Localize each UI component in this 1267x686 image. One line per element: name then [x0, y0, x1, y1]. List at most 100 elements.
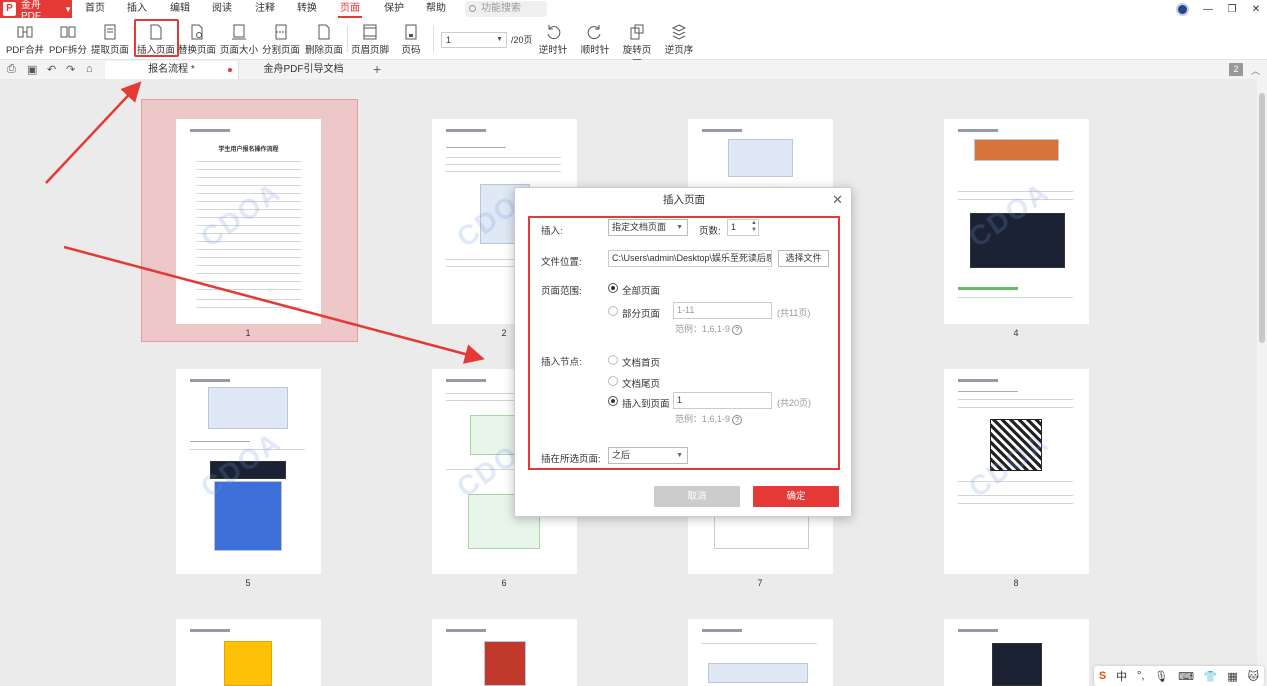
app-logo-icon: P — [3, 2, 16, 16]
microphone-icon[interactable]: 🎙 — [1154, 670, 1168, 683]
position-select[interactable]: 之后 ▼ — [608, 447, 688, 464]
save-icon[interactable]: ▣ — [27, 63, 37, 76]
page-thumbnail-10[interactable] — [432, 619, 577, 686]
page-range-label: 页面范围: — [541, 286, 582, 297]
ime-punctuation-toggle[interactable]: °, — [1137, 670, 1144, 682]
header-footer-button[interactable]: 页眉页脚 — [351, 24, 389, 60]
minimize-icon[interactable]: — — [1203, 4, 1213, 15]
insert-to-page-radio[interactable] — [608, 396, 618, 406]
page-number-label: 6 — [501, 578, 507, 588]
menu-read[interactable]: 阅读 — [212, 0, 232, 18]
page-number-label: 7 — [757, 578, 763, 588]
help-icon[interactable]: ? — [732, 325, 743, 335]
delete-page-button[interactable]: 删除页面 — [305, 24, 343, 60]
cancel-button[interactable]: 取消 — [654, 486, 740, 507]
page-thumbnail-1[interactable]: 学生用户报名操作流程 CDOA — [176, 119, 321, 324]
page-thumbnail-8[interactable]: CDOA — [944, 369, 1089, 574]
file-path-field[interactable]: C:\Users\admin\Desktop\娱乐至死读后感.p — [608, 250, 772, 267]
tab-document-guide[interactable]: 金舟PDF引导文档 — [238, 61, 368, 79]
keyboard-icon[interactable]: ⌨ — [1178, 670, 1194, 683]
chevron-down-icon: ▼ — [676, 452, 683, 459]
menu-convert[interactable]: 转换 — [297, 0, 317, 18]
all-pages-radio[interactable] — [608, 283, 618, 293]
page-range-input[interactable]: 1-11 — [673, 302, 772, 319]
page-number-button[interactable]: 页码 — [394, 24, 428, 60]
toolbar-divider — [433, 26, 434, 52]
vertical-scrollbar[interactable] — [1257, 79, 1267, 686]
insert-page-highlight — [134, 19, 179, 57]
insert-to-page-input[interactable]: 1 — [673, 392, 772, 409]
menu-home[interactable]: 首页 — [85, 0, 105, 18]
page-number-label: 2 — [501, 328, 507, 338]
pages-stepper[interactable]: 1 ▲ ▼ — [727, 219, 759, 236]
shirt-icon[interactable]: 👕 — [1204, 670, 1218, 683]
grid-icon[interactable]: ▦ — [1227, 670, 1237, 683]
menu-edit[interactable]: 编辑 — [170, 0, 190, 18]
menu-protect[interactable]: 保护 — [384, 0, 404, 18]
rotate-ccw-button[interactable]: 逆时针 — [536, 24, 570, 60]
page-thumbnail-11[interactable] — [688, 619, 833, 686]
avatar[interactable] — [1176, 2, 1189, 16]
pet-icon[interactable]: 🐱 — [1248, 670, 1259, 683]
insert-page-dialog: 插入页面 ✕ 插入: 指定文档页面 ▼ 页数: 1 ▲ ▼ 文件位置: C:\Us… — [514, 187, 852, 517]
redo-icon[interactable]: ↷ — [66, 63, 75, 76]
pdf-merge-button[interactable]: PDF合并 — [6, 24, 44, 60]
stepper-arrows-icon[interactable]: ▲ ▼ — [751, 220, 757, 234]
app-menu-button[interactable]: P 金舟PDF ▼ — [0, 0, 72, 22]
choose-file-button[interactable]: 选择文件 — [778, 250, 829, 267]
insert-label: 插入: — [541, 226, 563, 237]
menu-annotate[interactable]: 注释 — [255, 0, 275, 18]
menu-insert[interactable]: 插入 — [127, 0, 147, 18]
page-size-button[interactable]: 页面大小 — [220, 24, 258, 60]
replace-page-button[interactable]: 替换页面 — [178, 24, 216, 60]
extract-page-button[interactable]: 提取页面 — [91, 24, 129, 60]
reverse-order-button[interactable]: 逆页序 — [662, 24, 696, 60]
pdf-split-button[interactable]: PDF拆分 — [49, 24, 87, 60]
doc-first-label[interactable]: 文档首页 — [622, 355, 660, 369]
ime-toolbar: S 中 °, 🎙 ⌨ 👕 ▦ 🐱 — [1094, 666, 1264, 686]
page-thumbnail-4[interactable]: CDOA — [944, 119, 1089, 324]
page-count-badge: 2 — [1229, 63, 1243, 76]
page-size-icon — [231, 24, 247, 40]
restore-icon[interactable]: ❐ — [1227, 4, 1237, 15]
page-number-icon — [403, 24, 419, 40]
add-tab-button[interactable]: + — [373, 61, 381, 77]
search-placeholder: 功能搜索 — [481, 3, 521, 14]
scroll-thumb[interactable] — [1259, 93, 1265, 343]
ok-button[interactable]: 确定 — [753, 486, 839, 507]
rotate-page-button[interactable]: 旋转页面 — [620, 24, 654, 70]
replace-page-icon — [189, 24, 205, 40]
tab-document-active[interactable]: 报名流程 * — [105, 61, 238, 79]
document-tab-strip: ⎙ ▣ ↶ ↷ ⌂ 报名流程 * 金舟PDF引导文档 + 2 ︿ — [0, 60, 1267, 79]
close-icon[interactable]: ✕ — [1251, 4, 1261, 15]
print-icon[interactable]: ⎙ — [7, 63, 16, 76]
doc-last-label[interactable]: 文档尾页 — [622, 376, 660, 390]
function-search-input[interactable]: 功能搜索 — [465, 1, 547, 17]
home-icon[interactable]: ⌂ — [86, 63, 93, 75]
split-page-button[interactable]: 分割页面 — [262, 24, 300, 60]
ime-language-toggle[interactable]: 中 — [1116, 668, 1127, 684]
sogou-logo-icon[interactable]: S — [1099, 670, 1106, 682]
page-thumbnail-5[interactable]: CDOA — [176, 369, 321, 574]
undo-icon[interactable]: ↶ — [47, 63, 56, 76]
insert-source-select[interactable]: 指定文档页面 ▼ — [608, 219, 688, 236]
rotate-ccw-icon — [545, 24, 561, 40]
doc-last-radio[interactable] — [608, 376, 618, 386]
page-number-label: 1 — [245, 328, 251, 338]
page-thumbnail-12[interactable] — [944, 619, 1089, 686]
range-example: 范例：1,6,1-9? — [675, 322, 743, 335]
rotate-cw-button[interactable]: 顺时针 — [578, 24, 612, 60]
all-pages-label[interactable]: 全部页面 — [622, 283, 660, 297]
insert-to-page-label[interactable]: 插入到页面 — [622, 396, 670, 410]
page-number-select[interactable]: 1 ▼ — [441, 32, 507, 48]
doc-first-radio[interactable] — [608, 355, 618, 365]
some-pages-radio[interactable] — [608, 306, 618, 316]
close-icon[interactable]: ✕ — [832, 193, 843, 207]
menu-help[interactable]: 帮助 — [426, 0, 446, 18]
page-thumbnail-9[interactable] — [176, 619, 321, 686]
position-label: 插在所选页面: — [541, 454, 601, 465]
chevron-up-icon[interactable]: ︿ — [1251, 64, 1260, 77]
some-pages-label[interactable]: 部分页面 — [622, 306, 660, 320]
rotate-page-icon — [629, 24, 645, 40]
help-icon[interactable]: ? — [732, 415, 743, 425]
